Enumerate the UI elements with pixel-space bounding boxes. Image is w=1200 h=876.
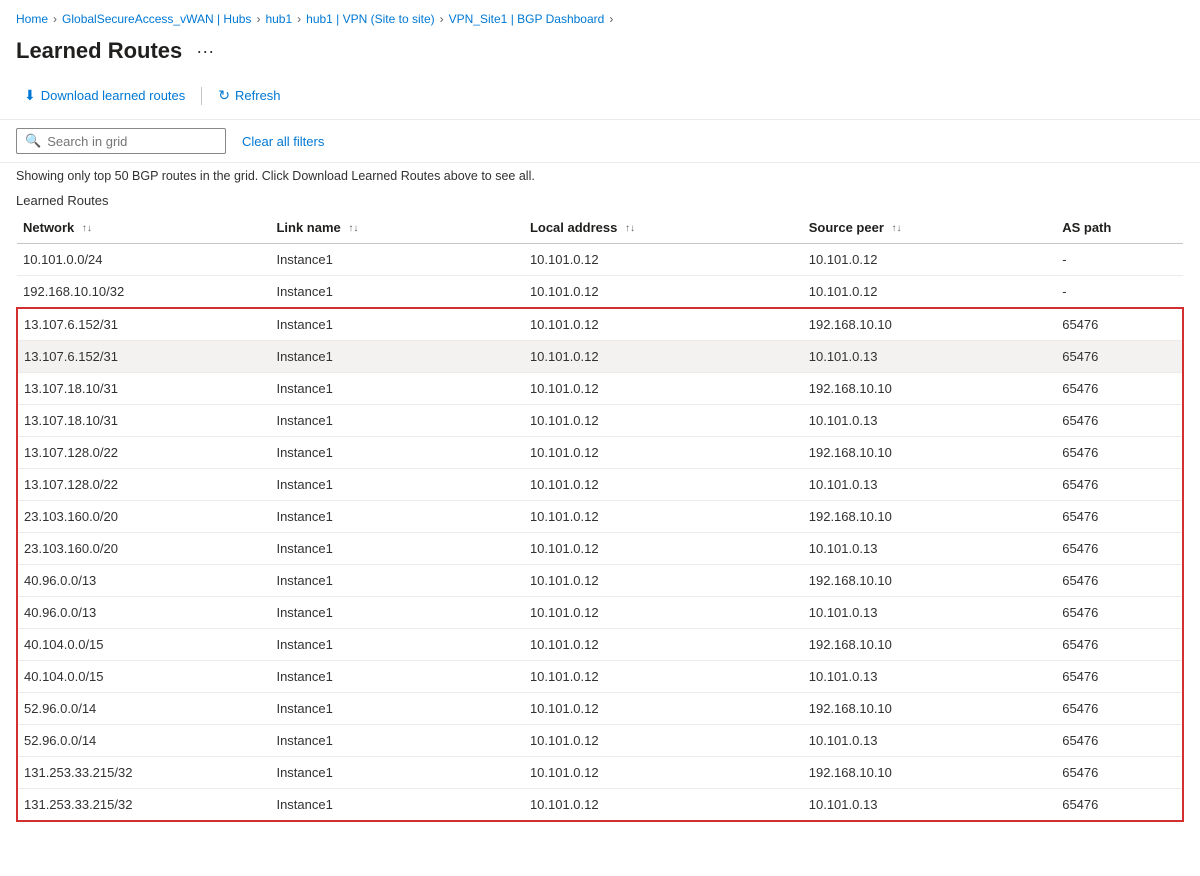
- table-row: 52.96.0.0/14Instance110.101.0.1210.101.0…: [17, 725, 1183, 757]
- search-icon: 🔍: [25, 133, 41, 149]
- breadcrumb: Home › GlobalSecureAccess_vWAN | Hubs › …: [0, 0, 1200, 34]
- breadcrumb-hub1[interactable]: hub1: [265, 12, 292, 26]
- table-body: 10.101.0.0/24Instance110.101.0.1210.101.…: [17, 244, 1183, 822]
- table-row: 23.103.160.0/20Instance110.101.0.1210.10…: [17, 533, 1183, 565]
- table-row: 10.101.0.0/24Instance110.101.0.1210.101.…: [17, 244, 1183, 276]
- col-header-link[interactable]: Link name ↑↓: [270, 212, 523, 244]
- toolbar-separator: [201, 87, 202, 105]
- sort-icon-local: ↑↓: [625, 224, 635, 234]
- table-row: 40.104.0.0/15Instance110.101.0.12192.168…: [17, 629, 1183, 661]
- sort-icon-source: ↑↓: [892, 224, 902, 234]
- search-box[interactable]: 🔍: [16, 128, 226, 154]
- grid-container: Network ↑↓ Link name ↑↓ Local address ↑↓…: [0, 212, 1200, 822]
- table-row: 13.107.6.152/31Instance110.101.0.1210.10…: [17, 341, 1183, 373]
- table-row: 52.96.0.0/14Instance110.101.0.12192.168.…: [17, 693, 1183, 725]
- breadcrumb-vwan[interactable]: GlobalSecureAccess_vWAN | Hubs: [62, 12, 251, 26]
- breadcrumb-home[interactable]: Home: [16, 12, 48, 26]
- section-title: Learned Routes: [0, 187, 1200, 212]
- breadcrumb-vpn[interactable]: hub1 | VPN (Site to site): [306, 12, 435, 26]
- table-row: 23.103.160.0/20Instance110.101.0.12192.1…: [17, 501, 1183, 533]
- table-row: 192.168.10.10/32Instance110.101.0.1210.1…: [17, 276, 1183, 309]
- sort-icon-network: ↑↓: [82, 224, 92, 234]
- table-row: 131.253.33.215/32Instance110.101.0.12192…: [17, 757, 1183, 789]
- table-row: 13.107.18.10/31Instance110.101.0.1210.10…: [17, 405, 1183, 437]
- search-input[interactable]: [47, 134, 217, 149]
- download-icon: ⬇: [24, 87, 36, 104]
- more-button[interactable]: ···: [190, 39, 220, 64]
- table-row: 13.107.128.0/22Instance110.101.0.12192.1…: [17, 437, 1183, 469]
- download-button[interactable]: ⬇ Download learned routes: [16, 82, 193, 109]
- refresh-icon: ↻: [218, 87, 230, 104]
- table-row: 13.107.6.152/31Instance110.101.0.12192.1…: [17, 308, 1183, 341]
- table-header: Network ↑↓ Link name ↑↓ Local address ↑↓…: [17, 212, 1183, 244]
- table-row: 40.96.0.0/13Instance110.101.0.1210.101.0…: [17, 597, 1183, 629]
- refresh-button[interactable]: ↻ Refresh: [210, 82, 288, 109]
- clear-filters-button[interactable]: Clear all filters: [238, 130, 328, 153]
- col-header-network[interactable]: Network ↑↓: [17, 212, 270, 244]
- table-row: 40.104.0.0/15Instance110.101.0.1210.101.…: [17, 661, 1183, 693]
- table-row: 13.107.128.0/22Instance110.101.0.1210.10…: [17, 469, 1183, 501]
- col-header-source[interactable]: Source peer ↑↓: [803, 212, 1056, 244]
- table-row: 13.107.18.10/31Instance110.101.0.12192.1…: [17, 373, 1183, 405]
- table-row: 40.96.0.0/13Instance110.101.0.12192.168.…: [17, 565, 1183, 597]
- toolbar: ⬇ Download learned routes ↻ Refresh: [0, 76, 1200, 120]
- col-header-local[interactable]: Local address ↑↓: [524, 212, 803, 244]
- breadcrumb-bgp[interactable]: VPN_Site1 | BGP Dashboard: [449, 12, 605, 26]
- sort-icon-link: ↑↓: [348, 224, 358, 234]
- page-title: Learned Routes: [16, 38, 182, 64]
- col-header-aspath: AS path: [1056, 212, 1183, 244]
- filter-bar: 🔍 Clear all filters: [0, 120, 1200, 163]
- table-row: 131.253.33.215/32Instance110.101.0.1210.…: [17, 789, 1183, 822]
- learned-routes-table: Network ↑↓ Link name ↑↓ Local address ↑↓…: [16, 212, 1184, 822]
- info-text: Showing only top 50 BGP routes in the gr…: [0, 163, 1200, 187]
- page-header: Learned Routes ···: [0, 34, 1200, 76]
